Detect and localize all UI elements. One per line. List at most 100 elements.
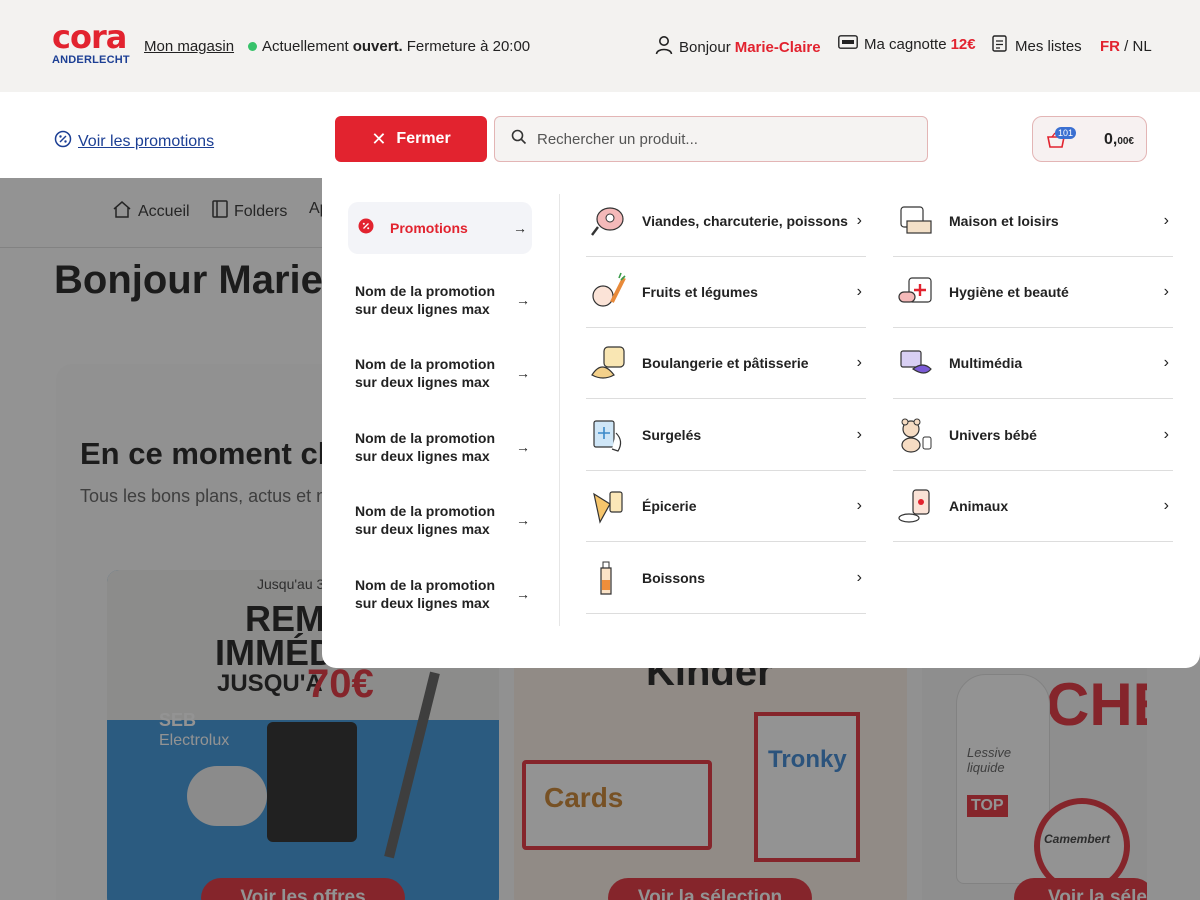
cagnotte-link[interactable]: Ma cagnotte 12€	[838, 35, 976, 53]
see-promotions-link[interactable]: Voir les promotions	[54, 130, 214, 153]
open-dot-icon	[248, 42, 257, 51]
chevron-right-icon: ›	[856, 354, 862, 371]
home-leisure-icon	[895, 201, 935, 241]
account-link[interactable]: Bonjour Marie-Claire	[655, 35, 821, 59]
promotion-item-label: Nom de la promotion sur deux lignes max	[355, 430, 495, 464]
category-home-leisure[interactable]: Maison et loisirs ›	[893, 186, 1173, 257]
category-label: Boissons	[642, 570, 706, 586]
category-grocery[interactable]: Épicerie ›	[586, 471, 866, 542]
promotion-item-label: Nom de la promotion sur deux lignes max	[355, 577, 495, 611]
percent-badge-icon	[54, 130, 72, 153]
see-promotions-label: Voir les promotions	[78, 132, 215, 150]
category-label: Épicerie	[642, 498, 697, 514]
status-state: ouvert.	[352, 38, 403, 55]
chevron-right-icon: ›	[1163, 283, 1169, 300]
search-icon	[511, 129, 527, 149]
logo-brand: cora	[52, 18, 127, 56]
arrow-right-icon: →	[516, 365, 530, 381]
lists-link[interactable]: Mes listes	[992, 35, 1082, 57]
category-label: Surgelés	[642, 427, 702, 443]
category-frozen[interactable]: Surgelés ›	[586, 400, 866, 471]
lang-fr[interactable]: FR	[1100, 38, 1120, 55]
promotion-item[interactable]: Nom de la promotion sur deux lignes max …	[355, 280, 535, 320]
arrow-right-icon: →	[516, 586, 530, 602]
close-icon: ✕	[371, 128, 387, 149]
cart-count-badge: 101	[1055, 127, 1077, 139]
arrow-right-icon: →	[513, 220, 527, 236]
category-label: Animaux	[949, 498, 1009, 514]
meat-icon	[588, 201, 628, 241]
chevron-right-icon: ›	[1163, 354, 1169, 371]
cagnotte-label: Ma cagnotte	[864, 35, 947, 53]
chevron-right-icon: ›	[1163, 212, 1169, 229]
menu-divider	[559, 194, 560, 626]
search-input[interactable]: Rechercher un produit...	[494, 116, 928, 162]
baby-icon	[895, 415, 935, 455]
close-menu-button[interactable]: ✕ Fermer	[335, 116, 487, 162]
cart-total-main: 0,	[1103, 131, 1118, 148]
category-meat[interactable]: Viandes, charcuterie, poissons ›	[586, 186, 866, 257]
promotion-item-label: Nom de la promotion sur deux lignes max	[355, 283, 495, 317]
category-label: Boulangerie et pâtisserie	[642, 355, 809, 371]
category-drinks[interactable]: Boissons ›	[586, 543, 866, 614]
cora-logo[interactable]: cora ANDERLECHT	[52, 18, 130, 66]
cora-card-icon	[838, 35, 858, 53]
menu-promotions-item[interactable]: Promotions →	[348, 202, 532, 254]
category-label: Fruits et légumes	[642, 284, 758, 300]
list-icon	[992, 35, 1009, 57]
arrow-right-icon: →	[516, 512, 530, 528]
chevron-right-icon: ›	[856, 283, 862, 300]
category-fruits-vegetables[interactable]: Fruits et légumes ›	[586, 257, 866, 328]
fruits-vegetables-icon	[588, 272, 628, 312]
chevron-right-icon: ›	[856, 212, 862, 229]
status-prefix: Actuellement	[262, 38, 349, 55]
close-label: Fermer	[396, 130, 451, 147]
category-hygiene-beauty[interactable]: Hygiène et beauté ›	[893, 257, 1173, 328]
drinks-icon	[588, 558, 628, 598]
logo-city: ANDERLECHT	[52, 54, 130, 66]
category-label: Hygiène et beauté	[949, 284, 1069, 300]
language-switcher: FR / NL	[1100, 38, 1152, 55]
chevron-right-icon: ›	[1163, 497, 1169, 514]
my-store-link[interactable]: Mon magasin	[144, 38, 234, 55]
promotion-item-label: Nom de la promotion sur deux lignes max	[355, 356, 495, 390]
chevron-right-icon: ›	[1163, 426, 1169, 443]
cart-button[interactable]: 101 0,00€	[1032, 116, 1147, 162]
cagnotte-amount: 12€	[950, 35, 976, 53]
menu-promotions-label: Promotions	[390, 220, 468, 236]
greeting-name: Marie-Claire	[734, 38, 821, 56]
category-label: Multimédia	[949, 355, 1023, 371]
pets-icon	[895, 486, 935, 526]
frozen-icon	[588, 415, 628, 455]
chevron-right-icon: ›	[856, 497, 862, 514]
hygiene-beauty-icon	[895, 272, 935, 312]
category-label: Maison et loisirs	[949, 213, 1059, 229]
chevron-right-icon: ›	[856, 426, 862, 443]
category-label: Viandes, charcuterie, poissons	[642, 213, 848, 229]
user-icon	[655, 35, 673, 59]
category-multimedia[interactable]: Multimédia ›	[893, 328, 1173, 399]
category-baby[interactable]: Univers bébé ›	[893, 400, 1173, 471]
arrow-right-icon: →	[516, 439, 530, 455]
promotion-item-label: Nom de la promotion sur deux lignes max	[355, 503, 495, 537]
promo-percent-icon	[358, 218, 374, 239]
category-bakery[interactable]: Boulangerie et pâtisserie ›	[586, 328, 866, 399]
greeting-prefix: Bonjour	[679, 38, 731, 56]
lang-nl[interactable]: NL	[1133, 38, 1152, 55]
promotion-item[interactable]: Nom de la promotion sur deux lignes max …	[355, 574, 535, 614]
promotion-item[interactable]: Nom de la promotion sur deux lignes max …	[355, 427, 535, 467]
multimedia-icon	[895, 343, 935, 383]
promotion-item[interactable]: Nom de la promotion sur deux lignes max …	[355, 353, 535, 393]
chevron-right-icon: ›	[856, 569, 862, 586]
grocery-icon	[588, 486, 628, 526]
store-status: Actuellement ouvert. Fermeture à 20:00	[248, 38, 530, 55]
search-placeholder: Rechercher un produit...	[537, 130, 698, 148]
category-pets[interactable]: Animaux ›	[893, 471, 1173, 542]
lists-label: Mes listes	[1015, 37, 1082, 55]
cart-total-cents: 00€	[1117, 136, 1134, 147]
category-label: Univers bébé	[949, 427, 1037, 443]
promotion-item[interactable]: Nom de la promotion sur deux lignes max …	[355, 500, 535, 540]
bakery-icon	[588, 343, 628, 383]
status-closing: Fermeture à 20:00	[406, 38, 531, 55]
arrow-right-icon: →	[516, 292, 530, 308]
